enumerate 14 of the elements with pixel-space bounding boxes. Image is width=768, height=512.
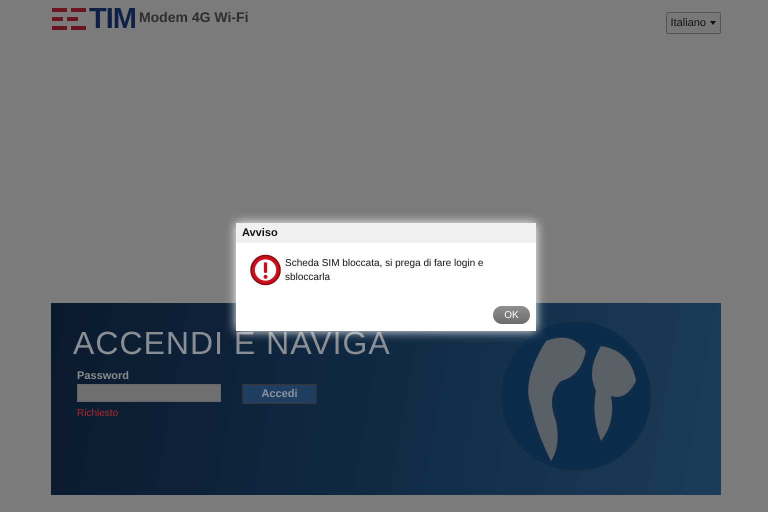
warning-icon	[250, 254, 282, 286]
dialog-message: Scheda SIM bloccata, si prega di fare login e sbloccarla	[285, 257, 484, 285]
dialog-title: Avviso	[236, 223, 536, 243]
headline: ACCENDI E NAVIGA	[73, 325, 391, 362]
logo-text: TIM	[89, 6, 136, 32]
login-button[interactable]: Accedi	[242, 384, 317, 404]
product-name: Modem 4G Wi-Fi	[138, 9, 248, 25]
logo-icon	[52, 8, 86, 30]
password-label: Password	[77, 370, 130, 382]
caret-icon	[710, 21, 716, 25]
required-hint: Richiesto	[77, 408, 120, 419]
language-select[interactable]: Italiano	[666, 12, 721, 34]
ok-button[interactable]: OK	[493, 306, 530, 324]
password-field[interactable]	[77, 384, 221, 402]
